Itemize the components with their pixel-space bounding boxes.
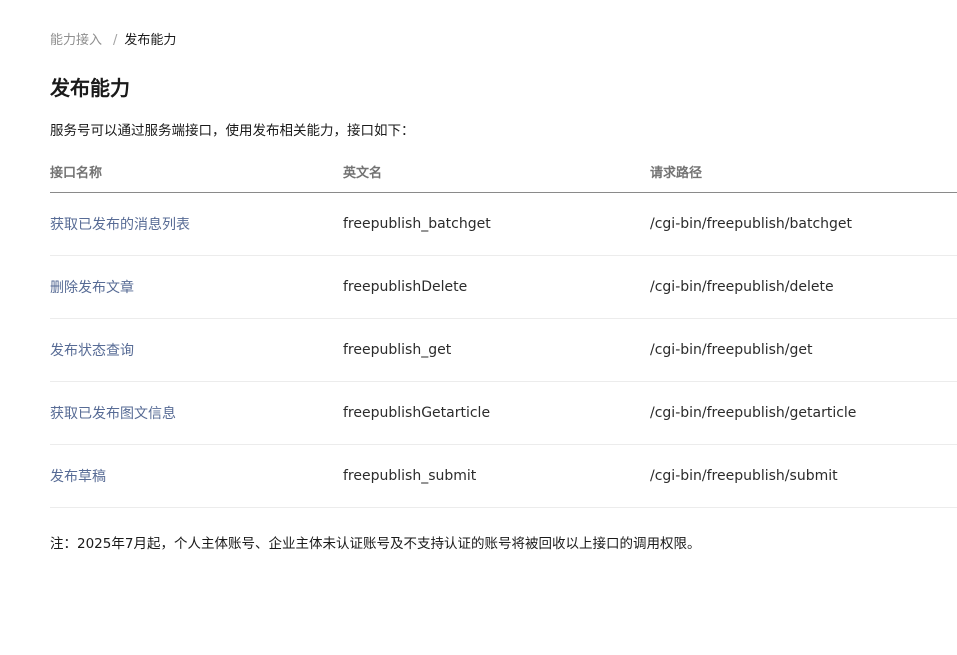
note-text: 注：2025年7月起，个人主体账号、企业主体未认证账号及不支持认证的账号将被回收… <box>50 536 701 552</box>
api-english-name: freepublish_submit <box>343 444 650 508</box>
column-header-name: 接口名称 <box>50 150 343 193</box>
api-request-path: /cgi-bin/freepublish/batchget <box>650 192 957 256</box>
column-header-english: 英文名 <box>343 150 650 193</box>
table-row: 发布状态查询 freepublish_get /cgi-bin/freepubl… <box>50 318 957 382</box>
table-row: 获取已发布图文信息 freepublishGetarticle /cgi-bin… <box>50 381 957 445</box>
api-request-path: /cgi-bin/freepublish/delete <box>650 255 957 319</box>
table-row: 获取已发布的消息列表 freepublish_batchget /cgi-bin… <box>50 192 957 256</box>
api-english-name: freepublish_get <box>343 318 650 382</box>
api-english-name: freepublish_batchget <box>343 192 650 256</box>
column-header-path: 请求路径 <box>650 150 957 193</box>
api-request-path: /cgi-bin/freepublish/submit <box>650 444 957 508</box>
breadcrumb-item-current: 发布能力 <box>124 33 177 48</box>
table-row: 发布草稿 freepublish_submit /cgi-bin/freepub… <box>50 444 957 508</box>
breadcrumb-separator: / <box>113 33 118 48</box>
breadcrumb: 能力接入 / 发布能力 <box>50 32 176 50</box>
table-row: 删除发布文章 freepublishDelete /cgi-bin/freepu… <box>50 255 957 319</box>
api-english-name: freepublishGetarticle <box>343 381 650 445</box>
api-english-name: freepublishDelete <box>343 255 650 319</box>
api-name-link[interactable]: 获取已发布的消息列表 <box>50 192 343 256</box>
breadcrumb-item-parent[interactable]: 能力接入 <box>50 32 102 50</box>
api-request-path: /cgi-bin/freepublish/getarticle <box>650 381 957 445</box>
api-name-link[interactable]: 发布草稿 <box>50 444 343 508</box>
intro-text: 服务号可以通过服务端接口，使用发布相关能力，接口如下： <box>50 123 415 139</box>
page-title: 发布能力 <box>50 76 130 100</box>
api-request-path: /cgi-bin/freepublish/get <box>650 318 957 382</box>
api-name-link[interactable]: 发布状态查询 <box>50 318 343 382</box>
api-table: 接口名称 英文名 请求路径 获取已发布的消息列表 freepublish_bat… <box>50 150 957 508</box>
table-header-row: 接口名称 英文名 请求路径 <box>50 150 957 193</box>
api-name-link[interactable]: 获取已发布图文信息 <box>50 381 343 445</box>
api-name-link[interactable]: 删除发布文章 <box>50 255 343 319</box>
